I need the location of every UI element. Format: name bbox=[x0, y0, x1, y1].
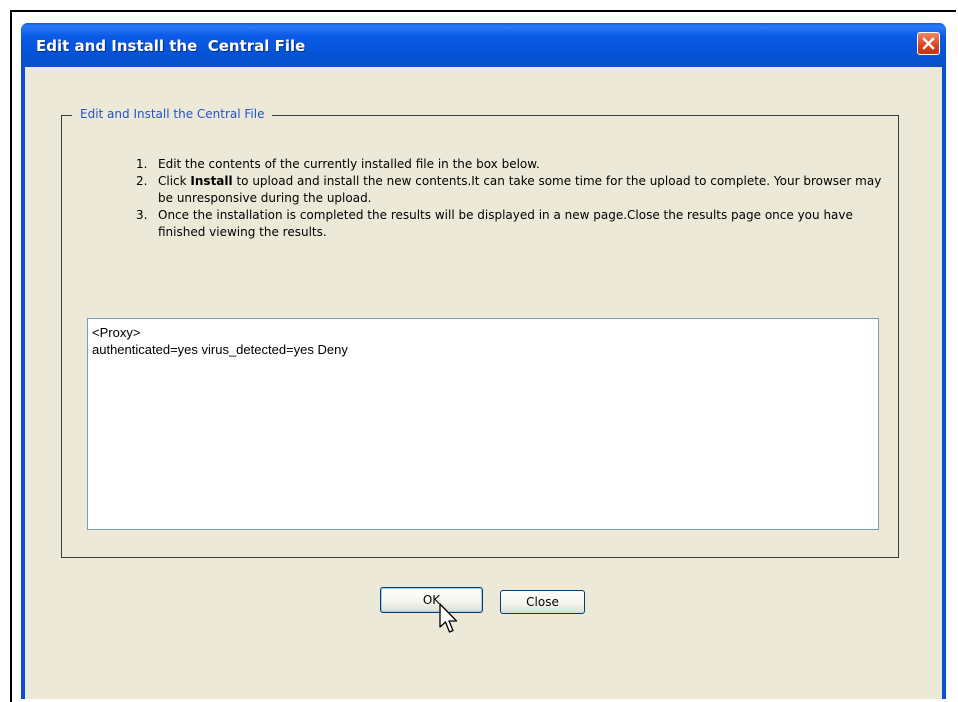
title-bar[interactable]: Edit and Install the Central File bbox=[21, 23, 946, 67]
install-keyword: Install bbox=[190, 174, 233, 188]
editor-line: authenticated=yes virus_detected=yes Den… bbox=[92, 342, 348, 357]
instructions-list: 1. Edit the contents of the currently in… bbox=[136, 156, 896, 241]
window-title: Edit and Install the Central File bbox=[36, 37, 306, 55]
instruction-number: 1. bbox=[136, 157, 148, 171]
instruction-text-after: to upload and install the new contents.I… bbox=[158, 174, 882, 205]
close-button[interactable]: Close bbox=[500, 590, 585, 614]
instruction-number: 2. bbox=[136, 174, 148, 188]
instruction-text: Edit the contents of the currently insta… bbox=[158, 157, 540, 171]
instruction-item: 2. Click Install to upload and install t… bbox=[136, 173, 896, 207]
dialog-client-area: Edit and Install the Central File 1. Edi… bbox=[25, 67, 942, 699]
mouse-pointer-icon bbox=[439, 603, 458, 633]
close-window-button[interactable] bbox=[917, 32, 940, 55]
close-icon bbox=[922, 37, 935, 50]
instruction-text: Click Install to upload and install the … bbox=[158, 173, 896, 207]
instruction-number: 3. bbox=[136, 208, 148, 222]
central-file-editor[interactable]: <Proxy> authenticated=yes virus_detected=… bbox=[87, 318, 879, 530]
dialog-window: Edit and Install the Central File Edit a… bbox=[21, 23, 946, 699]
ok-button[interactable]: OK bbox=[380, 587, 483, 613]
editor-line: <Proxy> bbox=[92, 325, 141, 340]
instruction-text: Once the installation is completed the r… bbox=[158, 208, 853, 239]
groupbox: Edit and Install the Central File 1. Edi… bbox=[61, 107, 899, 558]
instruction-item: 3. Once the installation is completed th… bbox=[136, 207, 896, 241]
instruction-item: 1. Edit the contents of the currently in… bbox=[136, 156, 896, 173]
instruction-text-before: Click bbox=[158, 174, 191, 188]
groupbox-legend: Edit and Install the Central File bbox=[72, 107, 273, 121]
